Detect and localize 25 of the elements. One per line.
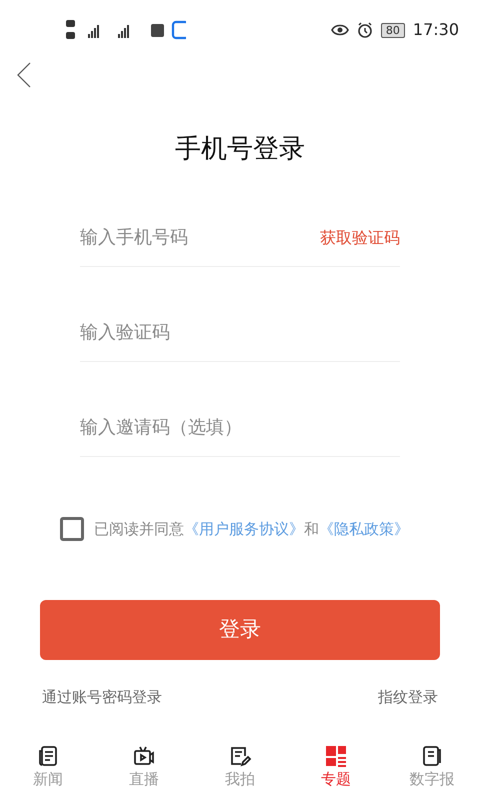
- page-title: 手机号登录: [174, 133, 306, 166]
- nav-tab[interactable]: 数字报: [397, 744, 467, 790]
- battery-indicator: 80: [380, 22, 405, 38]
- tv-icon: [132, 744, 156, 768]
- get-code-link[interactable]: 获取验证码: [320, 226, 400, 250]
- agreement-link[interactable]: 《隐私政策》: [319, 520, 409, 538]
- nav-tab[interactable]: 专题: [301, 744, 371, 790]
- grid-icon: [324, 744, 348, 768]
- agreement-link[interactable]: 《用户服务协议》: [184, 520, 304, 538]
- input-field[interactable]: 输入手机号码: [80, 224, 320, 251]
- clock-time: 17:30: [412, 19, 459, 41]
- eye-icon: [330, 23, 349, 37]
- alt-login-link[interactable]: 指纹登录: [378, 686, 438, 708]
- nav-tab[interactable]: 新闻: [13, 744, 83, 790]
- alarm-icon: [356, 22, 373, 38]
- agreement-text: 已阅读并同意《用户服务协议》和《隐私政策》: [94, 518, 409, 540]
- agreement-checkbox[interactable]: [60, 517, 84, 541]
- input-field[interactable]: 输入邀请码（选填）: [80, 414, 400, 441]
- nav-tab[interactable]: 直播: [109, 744, 179, 790]
- newspaper-icon: [36, 744, 60, 768]
- login-button[interactable]: 登录: [40, 600, 440, 660]
- document-icon: [420, 744, 444, 768]
- nav-tab[interactable]: 我拍: [205, 744, 275, 790]
- alt-login-link[interactable]: 通过账号密码登录: [42, 686, 162, 708]
- input-field[interactable]: 输入验证码: [80, 319, 400, 346]
